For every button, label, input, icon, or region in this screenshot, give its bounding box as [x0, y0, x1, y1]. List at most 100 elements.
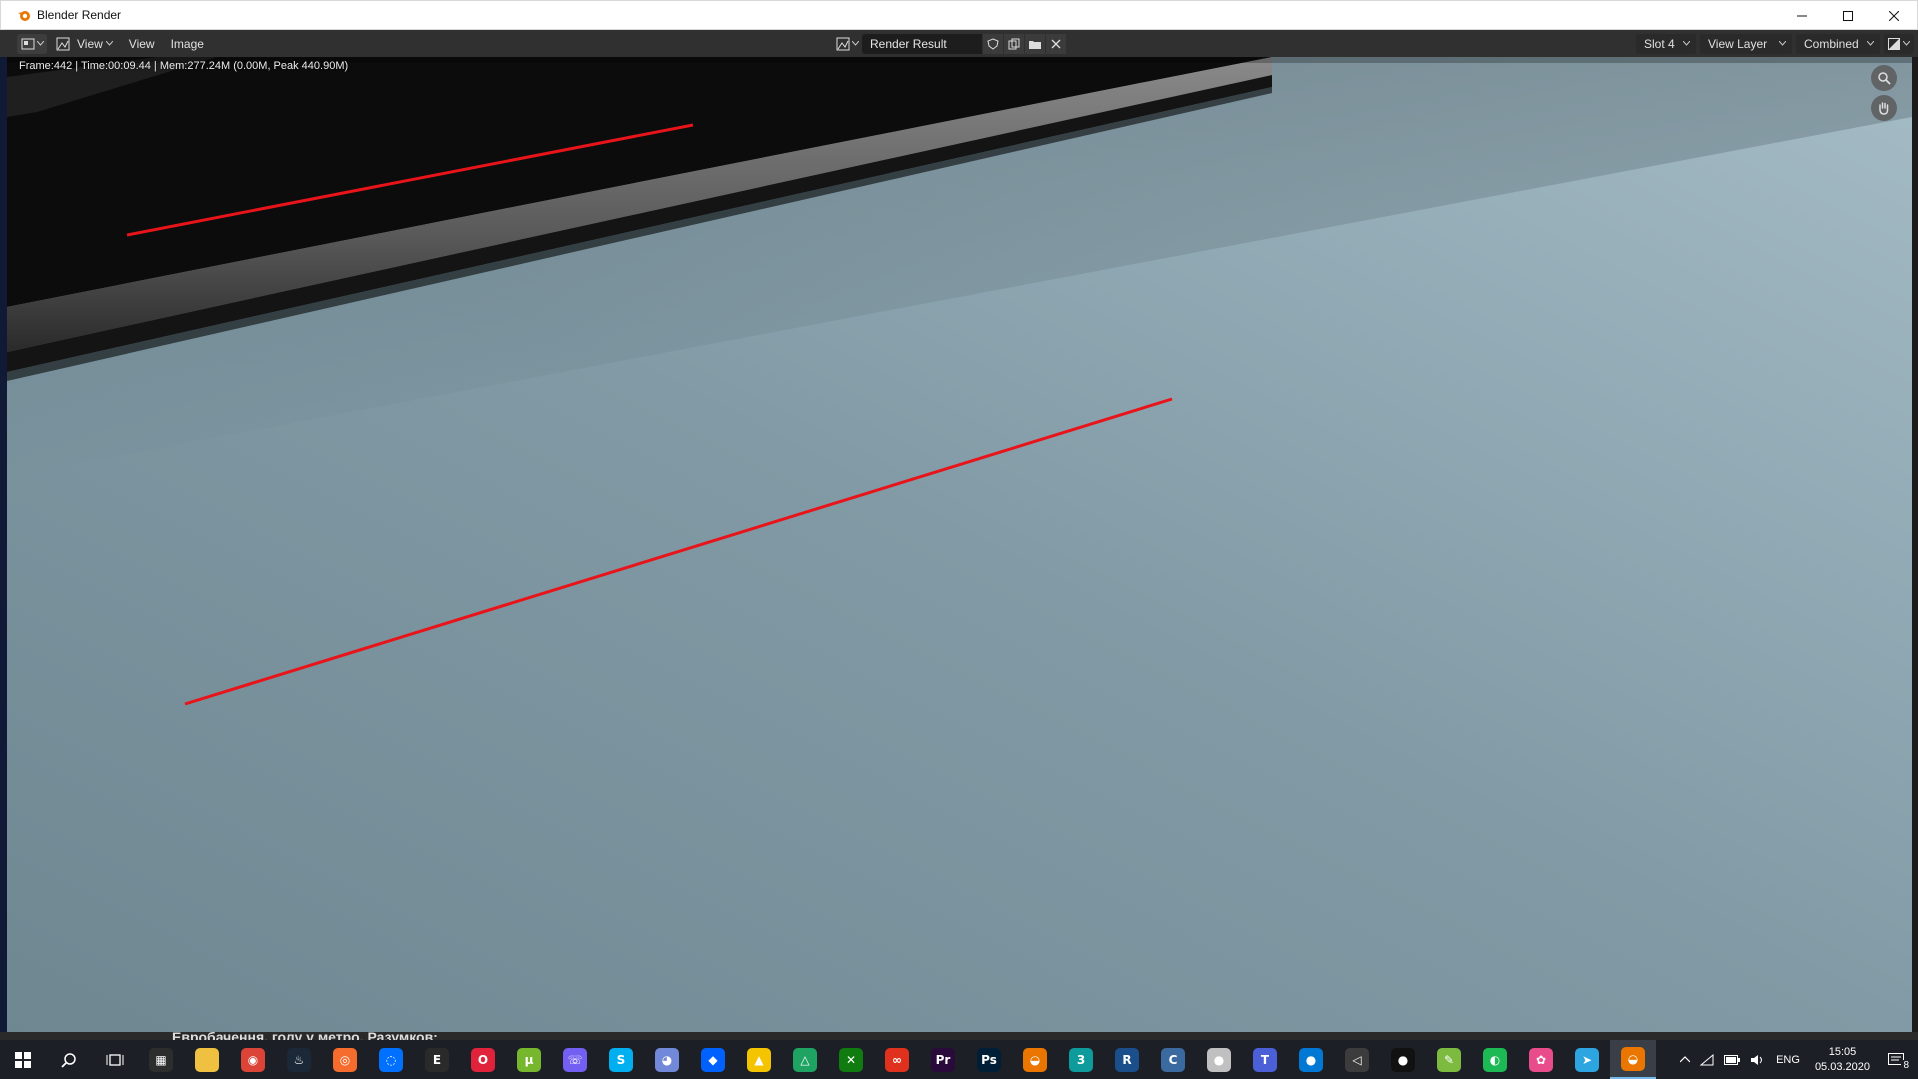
view-dropdown[interactable]: View	[71, 33, 119, 55]
browse-image-button[interactable]	[832, 33, 862, 54]
taskbar-app-calculator[interactable]: ▦	[138, 1040, 184, 1079]
volume-icon	[1751, 1054, 1763, 1065]
unlink-image-button[interactable]	[1046, 33, 1066, 54]
folder-icon	[1029, 40, 1041, 49]
tray-overflow-button[interactable]	[1675, 1056, 1695, 1063]
image-name-field[interactable]: Render Result	[862, 33, 982, 54]
taskbar-app-skype[interactable]: S	[598, 1040, 644, 1079]
new-image-button[interactable]	[1004, 33, 1024, 54]
pan-view-button[interactable]	[1871, 95, 1897, 121]
dropbox-icon: ◆	[701, 1047, 725, 1072]
trello-icon: T	[1253, 1047, 1277, 1072]
blender-icon: ◒	[1023, 1047, 1047, 1072]
window-titlebar[interactable]: Blender Render	[0, 0, 1918, 30]
view-layer-dropdown[interactable]: View Layer	[1700, 33, 1792, 54]
app-root: Blender Render View View Image Render Re…	[0, 0, 1918, 1079]
behind-window-peek: Евробачення, голу у метро, Разумков:	[0, 1032, 1918, 1040]
annotation-line-bottom	[184, 397, 1173, 706]
x-icon	[1051, 39, 1061, 48]
clock[interactable]: 15:05 05.03.2020	[1805, 1045, 1880, 1075]
telegram-icon: ➤	[1575, 1047, 1599, 1072]
menu-image[interactable]: Image	[165, 33, 210, 55]
taskbar-app-epic-games[interactable]: E	[414, 1040, 460, 1079]
taskbar-app-dropbox[interactable]: ◆	[690, 1040, 736, 1079]
battery-tray-button[interactable]	[1719, 1054, 1745, 1065]
evernote-icon: ◐	[1483, 1047, 1507, 1072]
start-button[interactable]	[0, 1040, 46, 1079]
maximize-icon	[1843, 10, 1853, 21]
minimize-button[interactable]	[1779, 1, 1825, 30]
render-pass-dropdown[interactable]: Combined	[1796, 33, 1880, 54]
taskbar-app-ccleaner[interactable]: C	[1150, 1040, 1196, 1079]
open-image-button[interactable]	[1025, 33, 1045, 54]
taskbar-app-utorrent[interactable]: µ	[506, 1040, 552, 1079]
picasa-icon: ✿	[1529, 1047, 1553, 1072]
volume-tray-button[interactable]	[1745, 1054, 1771, 1066]
taskbar-app-file-explorer[interactable]	[184, 1040, 230, 1079]
taskbar-app-steam[interactable]: ♨	[276, 1040, 322, 1079]
hand-icon	[1879, 102, 1889, 115]
taskbar-app-uplay[interactable]: ◌	[368, 1040, 414, 1079]
chevron-down-icon	[1683, 41, 1690, 46]
chrome-icon: ◉	[241, 1047, 265, 1072]
google-drive-icon: △	[793, 1047, 817, 1072]
taskbar-app-blender[interactable]: ◒	[1012, 1040, 1058, 1079]
close-button[interactable]	[1871, 1, 1917, 30]
visual-studio-icon: ◁	[1345, 1047, 1369, 1072]
taskbar-app-revit[interactable]: R	[1104, 1040, 1150, 1079]
taskbar-app-viber[interactable]: ☏	[552, 1040, 598, 1079]
taskbar-app-blender-active[interactable]: ◒	[1610, 1040, 1656, 1079]
maps-icon: ●	[1299, 1047, 1323, 1072]
wifi-icon	[1700, 1053, 1714, 1065]
photoshop-icon: Ps	[977, 1047, 1001, 1072]
task-view-button[interactable]	[92, 1040, 138, 1079]
taskbar-app-xbox[interactable]: ✕	[828, 1040, 874, 1079]
chevron-down-icon	[1779, 41, 1786, 46]
language-indicator[interactable]: ENG	[1771, 1054, 1805, 1066]
zoom-view-button[interactable]	[1871, 65, 1897, 91]
view-mode-icon[interactable]	[55, 36, 71, 52]
image-editor-header: View View Image Render Result Slot 4 Vie…	[0, 30, 1918, 57]
taskbar-app-3dsmax[interactable]: 3	[1058, 1040, 1104, 1079]
taskbar-app-notepad[interactable]: ✎	[1426, 1040, 1472, 1079]
taskbar-app-record[interactable]: ●	[1380, 1040, 1426, 1079]
taskbar-app-evernote[interactable]: ◐	[1472, 1040, 1518, 1079]
taskbar-app-warning-app[interactable]: ▲	[736, 1040, 782, 1079]
taskbar-app-premiere[interactable]: Pr	[920, 1040, 966, 1079]
action-center-button[interactable]: 8	[1880, 1052, 1918, 1071]
chevron-down-icon	[851, 41, 859, 46]
taskbar-app-photoshop[interactable]: Ps	[966, 1040, 1012, 1079]
revit-icon: R	[1115, 1047, 1139, 1072]
editor-type-button[interactable]	[17, 33, 47, 54]
menu-view[interactable]: View	[123, 33, 161, 55]
taskbar-app-creative-cloud[interactable]: ∞	[874, 1040, 920, 1079]
taskbar-app-chrome[interactable]: ◉	[230, 1040, 276, 1079]
display-channels-dropdown[interactable]	[1884, 33, 1914, 54]
taskbar-app-sphere-app[interactable]: ●	[1196, 1040, 1242, 1079]
render-viewport[interactable]	[7, 57, 1912, 1032]
uplay-icon: ◌	[379, 1047, 403, 1072]
image-browse-icon	[836, 37, 849, 50]
notepad-icon: ✎	[1437, 1047, 1461, 1072]
shield-icon	[987, 37, 999, 50]
chevron-down-icon	[1903, 41, 1910, 46]
maximize-button[interactable]	[1825, 1, 1871, 30]
network-tray-button[interactable]	[1695, 1053, 1719, 1066]
taskbar-app-origin[interactable]: ◎	[322, 1040, 368, 1079]
slot-dropdown[interactable]: Slot 4	[1636, 33, 1696, 54]
taskbar-app-trello[interactable]: T	[1242, 1040, 1288, 1079]
taskbar-app-telegram[interactable]: ➤	[1564, 1040, 1610, 1079]
search-button[interactable]	[46, 1040, 92, 1079]
taskbar-app-visual-studio[interactable]: ◁	[1334, 1040, 1380, 1079]
render-info-text: Frame:442 | Time:00:09.44 | Mem:277.24M …	[19, 60, 349, 72]
blender-active-icon: ◒	[1621, 1046, 1645, 1071]
battery-icon	[1724, 1054, 1741, 1065]
taskbar-app-google-drive[interactable]: △	[782, 1040, 828, 1079]
taskbar-app-opera[interactable]: O	[460, 1040, 506, 1079]
fake-user-button[interactable]	[983, 33, 1003, 54]
taskbar-app-picasa[interactable]: ✿	[1518, 1040, 1564, 1079]
taskbar-app-discord[interactable]: ◕	[644, 1040, 690, 1079]
taskbar-app-maps[interactable]: ●	[1288, 1040, 1334, 1079]
windows-logo-icon	[15, 1051, 31, 1068]
minimize-icon	[1797, 15, 1807, 16]
